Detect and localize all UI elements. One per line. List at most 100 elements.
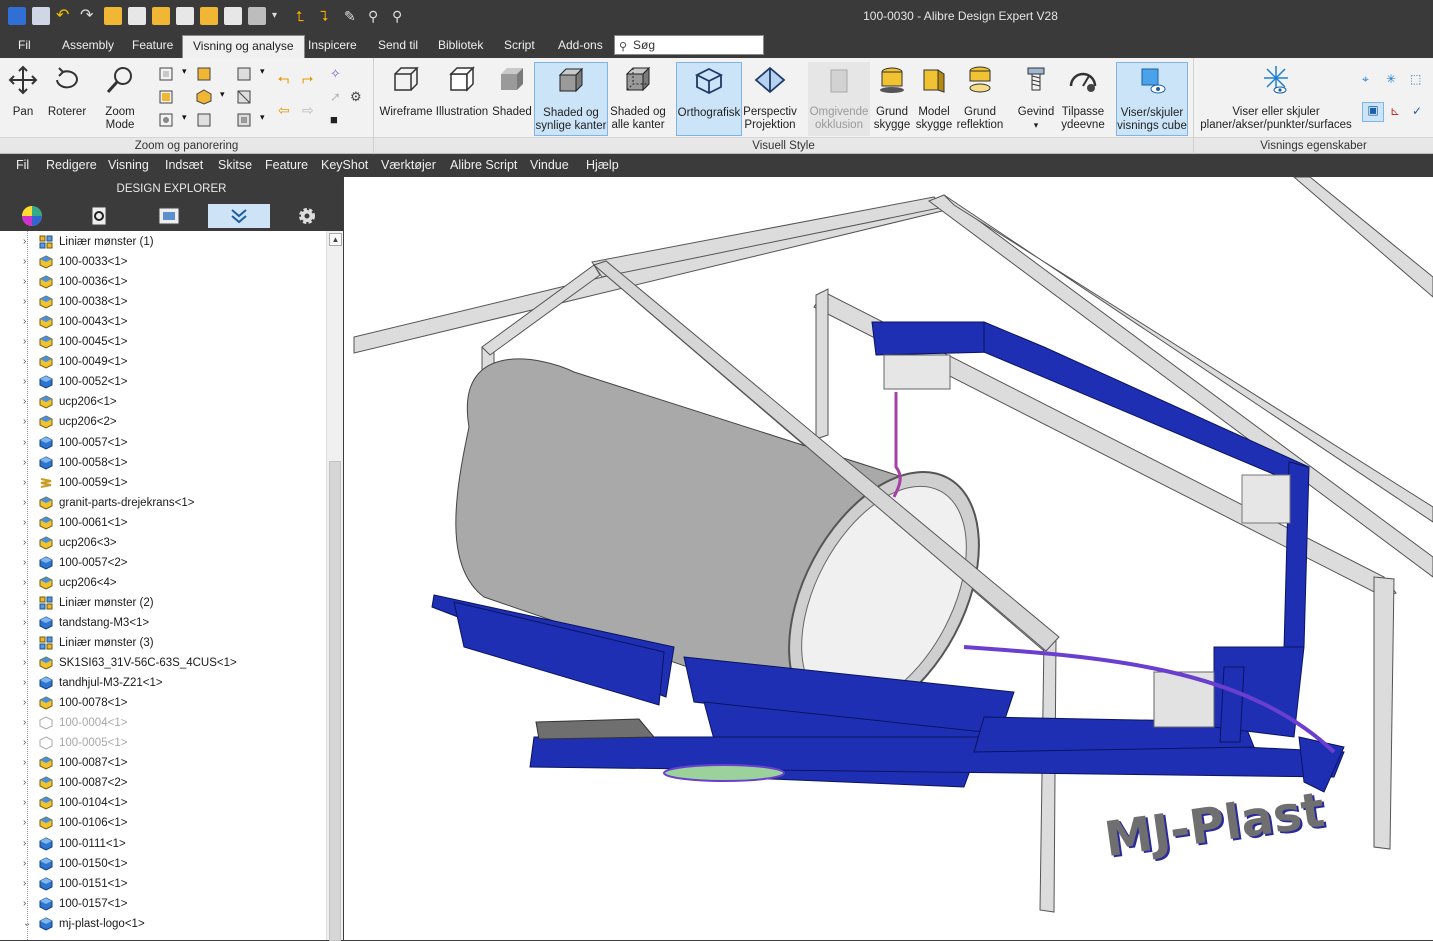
menu-keyshot[interactable]: KeyShot <box>321 158 368 172</box>
dimension-icon[interactable]: ⊾ <box>1390 104 1406 120</box>
chevron-right-icon[interactable]: › <box>23 473 33 493</box>
tree-item[interactable]: › 100-0106<1> <box>0 813 326 833</box>
shaded-all-edges-button[interactable]: Shaded og alle kanter <box>608 62 668 132</box>
settings-button[interactable] <box>276 204 338 228</box>
tree-item[interactable]: › ucp206<2> <box>0 412 326 432</box>
walk-icon[interactable]: ➚ <box>330 89 346 105</box>
tree-item[interactable]: › 100-0150<1> <box>0 854 326 874</box>
chevron-down-icon[interactable]: ▾ <box>1014 119 1058 132</box>
chevron-down-icon[interactable]: ▾ <box>260 112 276 128</box>
chevron-right-icon[interactable]: › <box>23 433 33 453</box>
chevron-right-icon[interactable]: › <box>23 773 33 793</box>
view-front-icon[interactable] <box>196 66 212 82</box>
tree-item[interactable]: › 100-0004<1> <box>0 713 326 733</box>
tree-item[interactable]: ⌄ mj-plast-logo<1> <box>0 914 326 934</box>
chevron-down-icon[interactable]: ▾ <box>260 66 276 82</box>
point-icon[interactable]: ✳ <box>1386 72 1402 88</box>
orthographic-button[interactable]: Orthografisk <box>676 62 742 136</box>
chevron-right-icon[interactable]: › <box>23 693 33 713</box>
chevron-down-icon[interactable]: ▾ <box>220 89 236 105</box>
menu-edit[interactable]: Redigere <box>46 158 97 172</box>
zoom-fit-icon[interactable] <box>158 66 174 82</box>
chevron-right-icon[interactable]: › <box>23 392 33 412</box>
tree-item[interactable]: › 100-0052<1> <box>0 372 326 392</box>
scroll-thumb[interactable] <box>329 461 341 941</box>
shaded-visible-edges-button[interactable]: Shaded og synlige kanter <box>534 62 608 136</box>
tree-item[interactable]: › 100-0087<2> <box>0 773 326 793</box>
scroll-up-icon[interactable]: ▲ <box>329 233 342 246</box>
zoom-mode-button[interactable]: Zoom Mode <box>90 62 150 132</box>
camera-icon[interactable]: ⚙ <box>350 89 366 105</box>
menu-file[interactable]: Fil <box>16 158 29 172</box>
arrow-left-icon[interactable]: ⇦ <box>278 102 294 118</box>
menu-sketch[interactable]: Skitse <box>218 158 252 172</box>
menu-feature[interactable]: Feature <box>265 158 308 172</box>
tree-item[interactable]: › ucp206<4> <box>0 573 326 593</box>
chevron-right-icon[interactable]: › <box>23 352 33 372</box>
chevron-right-icon[interactable]: › <box>23 272 33 292</box>
wireframe-button[interactable]: Wireframe <box>378 62 434 119</box>
record-icon[interactable]: ■ <box>330 112 346 128</box>
chevron-right-icon[interactable]: › <box>23 673 33 693</box>
chevron-right-icon[interactable]: › <box>23 513 33 533</box>
tree-item[interactable]: › 100-0111<1> <box>0 834 326 854</box>
chevron-right-icon[interactable]: › <box>23 813 33 833</box>
model-shadow-button[interactable]: Model skygge <box>914 62 954 132</box>
chevron-right-icon[interactable]: › <box>23 653 33 673</box>
chevron-right-icon[interactable]: › <box>23 553 33 573</box>
chevron-right-icon[interactable]: › <box>23 733 33 753</box>
tab-send-to[interactable]: Send til <box>368 35 428 58</box>
chevron-down-icon[interactable]: ▾ <box>182 112 198 128</box>
tab-script[interactable]: Script <box>494 35 545 58</box>
zoom-select-icon[interactable] <box>158 112 174 128</box>
tree-item[interactable]: › 100-0057<2> <box>0 553 326 573</box>
chevron-right-icon[interactable]: › <box>23 312 33 332</box>
layers-button[interactable] <box>138 204 200 228</box>
thread-button[interactable]: Gevind ▾ <box>1014 62 1058 132</box>
menu-help[interactable]: Hjælp <box>586 158 619 172</box>
tree-item[interactable]: › Liniær mønster (1) <box>0 232 326 252</box>
tree-item[interactable]: › 100-0058<1> <box>0 453 326 473</box>
menu-tools[interactable]: Værktøjer <box>381 158 436 172</box>
tree-item[interactable]: › 100-0151<1> <box>0 874 326 894</box>
view-orient-icon[interactable] <box>236 66 252 82</box>
chevron-right-icon[interactable]: › <box>23 834 33 854</box>
axis-icon[interactable]: ⌖ <box>1362 72 1378 88</box>
chevron-right-icon[interactable]: › <box>23 874 33 894</box>
tree-item[interactable]: › 100-0036<1> <box>0 272 326 292</box>
chevron-right-icon[interactable]: › <box>23 252 33 272</box>
ground-reflection-button[interactable]: Grund reflektion <box>956 62 1004 132</box>
tree-item[interactable]: › 100-0157<1> <box>0 894 326 914</box>
chevron-right-icon[interactable]: › <box>23 372 33 392</box>
menu-view[interactable]: Visning <box>108 158 149 172</box>
zoom-window-icon[interactable] <box>158 89 174 105</box>
chevron-right-icon[interactable]: › <box>23 753 33 773</box>
properties-button[interactable] <box>68 204 130 228</box>
chevron-right-icon[interactable]: › <box>23 453 33 473</box>
constraint-icon[interactable]: ✓ <box>1412 104 1428 120</box>
collapse-button[interactable] <box>208 204 270 228</box>
chevron-right-icon[interactable]: › <box>23 713 33 733</box>
chevron-right-icon[interactable]: › <box>23 332 33 352</box>
tree-item[interactable]: › 100-0087<1> <box>0 753 326 773</box>
spin-icon[interactable]: ✧ <box>330 66 346 82</box>
tab-file[interactable]: Fil <box>8 35 41 58</box>
rotate-button[interactable]: Roterer <box>46 62 88 119</box>
tree-item[interactable]: › ucp206<3> <box>0 533 326 553</box>
view-iso-icon[interactable] <box>196 89 212 105</box>
tree-item[interactable]: › 100-0057<1> <box>0 433 326 453</box>
shaded-button[interactable]: Shaded <box>490 62 534 119</box>
view-cube-toggle-button[interactable]: Viser/skjuler visnings cube <box>1116 62 1188 136</box>
tree-item[interactable]: › 100-0049<1> <box>0 352 326 372</box>
pan-button[interactable]: Pan <box>4 62 42 119</box>
view-saved-icon[interactable] <box>236 112 252 128</box>
tab-library[interactable]: Bibliotek <box>428 35 493 58</box>
tab-assembly[interactable]: Assembly <box>52 35 124 58</box>
tree-item[interactable]: › Liniær mønster (3) <box>0 633 326 653</box>
tree-item[interactable]: › 100-0038<1> <box>0 292 326 312</box>
tree-item[interactable]: › ucp206<1> <box>0 392 326 412</box>
tree-scrollbar[interactable]: ▲ <box>326 231 343 941</box>
tree-item[interactable]: › granit-parts-drejekrans<1> <box>0 493 326 513</box>
ground-shadow-button[interactable]: Grund skygge <box>872 62 912 132</box>
sketch-display-icon[interactable]: ▣ <box>1362 102 1384 122</box>
